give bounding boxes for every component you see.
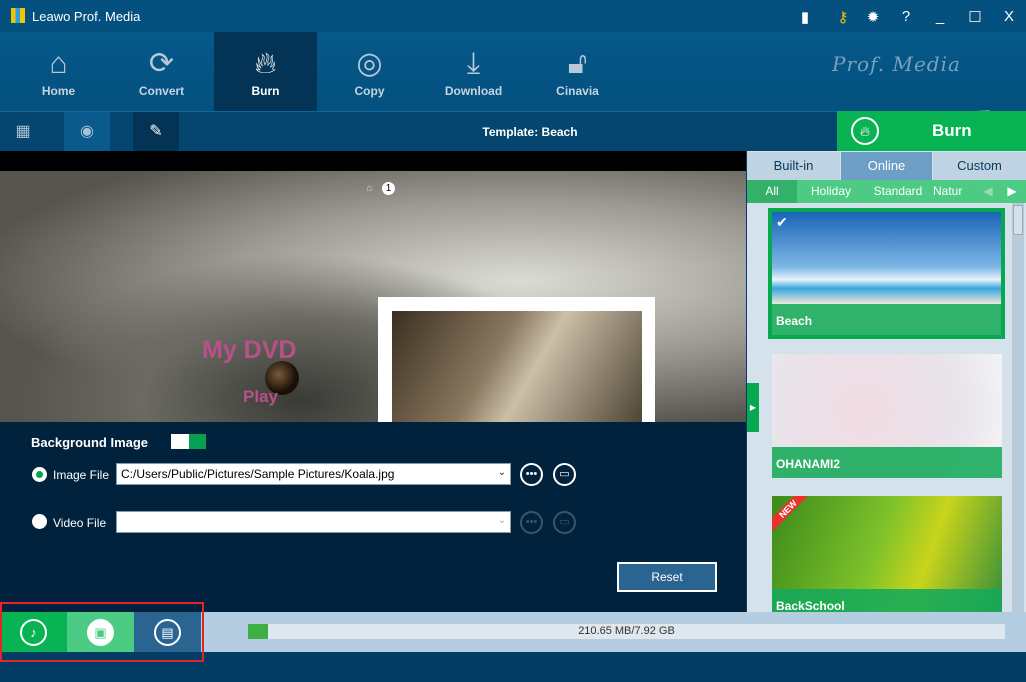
grid-view-icon[interactable]: ▦ — [0, 112, 46, 152]
video-file-radio[interactable] — [32, 514, 47, 529]
nav-home[interactable]: ⌂ Home — [7, 32, 110, 111]
chevron-down-icon: ⌄ — [497, 515, 506, 526]
brand-logo: Prof. Media — [832, 52, 961, 76]
template-card-ohanami2[interactable]: OHANAMI2 — [772, 354, 1002, 478]
folder-open-icon[interactable]: ▭ — [553, 463, 576, 486]
menu-title[interactable]: My DVD — [202, 336, 296, 365]
background-image-label: Background Image — [31, 435, 149, 450]
template-label: Template: Beach — [482, 125, 578, 139]
image-file-radio[interactable] — [32, 467, 47, 482]
template-panel: Built-in Online Custom All Holiday Stand… — [747, 151, 1026, 612]
nav-label: Download — [444, 84, 503, 98]
gear-icon[interactable]: ✹ — [864, 8, 882, 26]
maximize-button[interactable]: ☐ — [966, 8, 984, 26]
arrow-left-icon[interactable]: ◀ — [981, 180, 995, 203]
category-tabs: All Holiday Standard Natur ◀ ▶ — [747, 180, 1026, 203]
template-scrollbar[interactable] — [1012, 203, 1024, 612]
more-options-icon[interactable]: ••• — [520, 463, 543, 486]
main-nav: ⌂ Home ⟳ Convert 🔥︎ Burn ◎ Copy ⤓ Download 🔓︎… — [0, 32, 1026, 126]
menu-preview: ⌂ 1 My DVD Play — [0, 151, 746, 422]
category-all[interactable]: All — [747, 180, 797, 203]
copy-icon: ◎ — [356, 47, 383, 80]
play-button[interactable]: Play — [243, 387, 278, 407]
page-indicator[interactable]: ⌂ 1 — [357, 182, 395, 195]
highlight-box — [0, 602, 204, 662]
template-card-beach[interactable]: ✔ Beach — [768, 208, 1005, 339]
title-bar: Leawo Prof. Media ▮ ⚷ ✹ ? _ ☐ X — [0, 0, 1026, 32]
image-file-select[interactable]: C:/Users/Public/Pictures/Sample Pictures… — [116, 463, 511, 485]
nav-label: Convert — [138, 84, 185, 98]
edit-pencil-icon[interactable]: ✎ — [133, 112, 179, 152]
nav-burn[interactable]: 🔥︎ Burn — [214, 32, 317, 111]
checkmark-icon: ✔ — [776, 214, 788, 230]
video-thumbnail-frame[interactable] — [378, 297, 655, 422]
arrow-right-icon[interactable]: ▶ — [1005, 180, 1019, 203]
nav-label: Home — [41, 84, 76, 98]
burn-icon: 🔥︎ — [254, 47, 277, 80]
key-icon[interactable]: ⚷ — [834, 8, 852, 26]
feedback-icon[interactable]: ▮ — [796, 8, 814, 26]
more-options-icon[interactable]: ••• — [520, 511, 543, 534]
background-settings-panel: Background Image Image File C:/Users/Pub… — [0, 422, 746, 612]
burn-label: Burn — [932, 121, 972, 140]
template-name: OHANAMI2 — [772, 447, 1002, 478]
category-holiday[interactable]: Holiday — [801, 180, 861, 203]
cinavia-icon: 🔓︎ — [567, 47, 588, 80]
download-icon: ⤓ — [466, 47, 481, 80]
video-file-label: Video File — [53, 516, 107, 530]
page-number: 1 — [382, 182, 395, 195]
burn-icon: 🔥︎ — [851, 117, 879, 145]
nav-cinavia[interactable]: 🔓︎ Cinavia — [526, 32, 629, 111]
folder-open-icon[interactable]: ▭ — [553, 511, 576, 534]
reset-button[interactable]: Reset — [617, 562, 717, 592]
nav-label: Cinavia — [556, 84, 599, 98]
template-name: BackSchool — [772, 589, 1002, 612]
close-button[interactable]: X — [1000, 8, 1018, 25]
disc-usage-text: 210.65 MB/7.92 GB — [578, 625, 675, 637]
chevron-down-icon: ⌄ — [497, 467, 506, 478]
preview-eye-icon[interactable]: ◉ — [64, 112, 110, 152]
expand-panel-arrow-icon[interactable]: ▶ — [747, 383, 759, 432]
burn-button[interactable]: 🔥︎ Burn — [837, 111, 1026, 151]
template-card-backschool[interactable]: NEW BackSchool — [772, 496, 1002, 612]
minimize-button[interactable]: _ — [931, 8, 949, 25]
nav-label: Burn — [251, 84, 280, 98]
image-file-label: Image File — [53, 468, 110, 482]
app-logo-icon — [11, 8, 25, 23]
home-icon: ⌂ — [366, 183, 373, 194]
disc-usage-bar: 210.65 MB/7.92 GB — [248, 624, 1005, 639]
template-name: Beach — [772, 304, 1001, 335]
background-toggle[interactable] — [171, 434, 206, 449]
nav-download[interactable]: ⤓ Download — [422, 32, 525, 111]
video-file-select[interactable]: ⌄ — [116, 511, 511, 533]
category-nature[interactable]: Natur — [933, 180, 977, 203]
app-title: Leawo Prof. Media — [32, 9, 141, 24]
nav-copy[interactable]: ◎ Copy — [318, 32, 421, 111]
nav-label: Copy — [354, 84, 385, 98]
help-icon[interactable]: ? — [897, 8, 915, 25]
tab-online[interactable]: Online — [841, 152, 932, 180]
tab-custom[interactable]: Custom — [933, 152, 1026, 180]
tab-built-in[interactable]: Built-in — [747, 152, 840, 180]
nav-convert[interactable]: ⟳ Convert — [110, 32, 213, 111]
image-file-value: C:/Users/Public/Pictures/Sample Pictures… — [121, 467, 395, 481]
convert-icon: ⟳ — [148, 47, 175, 80]
home-icon: ⌂ — [49, 47, 68, 80]
category-standard[interactable]: Standard — [869, 180, 927, 203]
